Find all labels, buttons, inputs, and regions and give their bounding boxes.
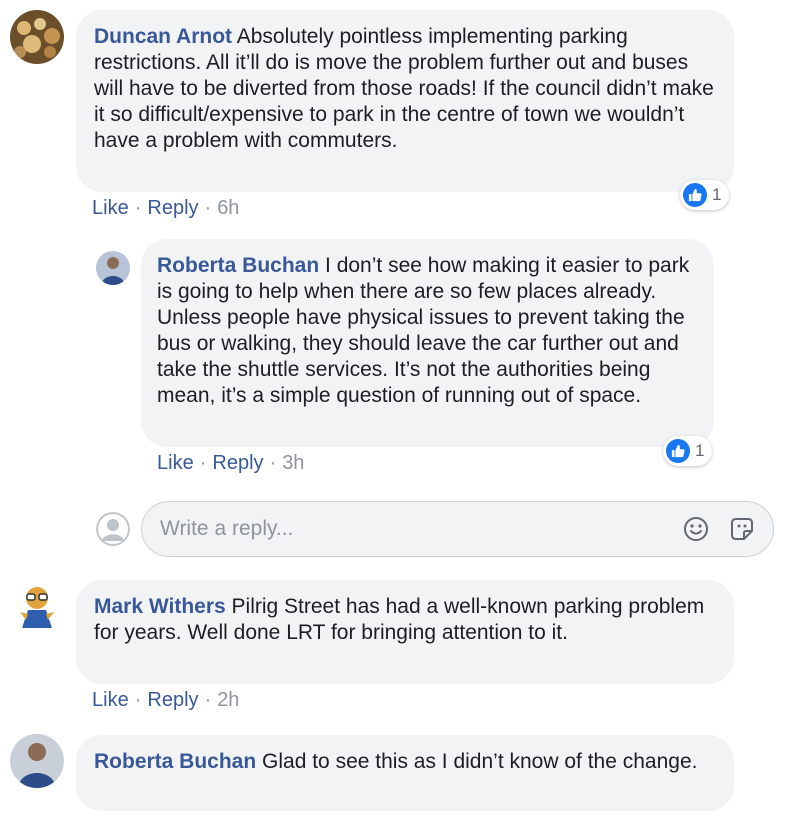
comment-author[interactable]: Roberta Buchan	[94, 750, 256, 773]
separator-dot: ·	[204, 197, 212, 219]
reply-input[interactable]: Write a reply...	[141, 501, 774, 557]
avatar-roberta-buchan[interactable]	[96, 251, 130, 285]
separator-dot: ·	[269, 452, 277, 474]
avatar-duncan-arnot[interactable]	[10, 10, 64, 64]
smiley-icon[interactable]	[682, 515, 710, 543]
sticker-icon[interactable]	[728, 515, 756, 543]
reaction-count[interactable]: 1	[663, 436, 713, 466]
timestamp[interactable]: 2h	[217, 689, 239, 711]
comment-actions: Like · Reply · 6h	[92, 196, 239, 220]
current-user-avatar	[96, 512, 130, 546]
comment-bubble: Duncan Arnot Absolutely pointless implem…	[76, 10, 734, 192]
separator-dot: ·	[134, 197, 142, 219]
reply-link[interactable]: Reply	[212, 452, 263, 474]
separator-dot: ·	[134, 689, 142, 711]
reply-input-placeholder: Write a reply...	[160, 517, 294, 540]
avatar-mark-withers[interactable]	[10, 578, 64, 632]
separator-dot: ·	[204, 689, 212, 711]
reaction-count[interactable]: 1	[680, 180, 730, 210]
comment-bubble: Mark Withers Pilrig Street has had a wel…	[76, 580, 734, 684]
comment-author[interactable]: Roberta Buchan	[157, 254, 319, 277]
separator-dot: ·	[199, 452, 207, 474]
like-reaction-icon	[683, 183, 707, 207]
comment-actions: Like · Reply · 3h	[157, 451, 304, 475]
reply-link[interactable]: Reply	[147, 197, 198, 219]
comment-author[interactable]: Duncan Arnot	[94, 25, 232, 48]
reply-link[interactable]: Reply	[147, 689, 198, 711]
reaction-count-value: 1	[695, 441, 705, 460]
comment-bubble: Roberta Buchan I don’t see how making it…	[141, 239, 714, 447]
like-link[interactable]: Like	[92, 197, 129, 219]
timestamp[interactable]: 6h	[217, 197, 239, 219]
reaction-count-value: 1	[712, 185, 722, 204]
comment-text: Glad to see this as I didn’t know of the…	[262, 750, 698, 773]
like-link[interactable]: Like	[92, 689, 129, 711]
like-link[interactable]: Like	[157, 452, 194, 474]
comment-bubble: Roberta Buchan Glad to see this as I did…	[76, 735, 734, 811]
timestamp[interactable]: 3h	[282, 452, 304, 474]
comment-actions: Like · Reply · 2h	[92, 688, 239, 712]
comment-author[interactable]: Mark Withers	[94, 595, 226, 618]
like-reaction-icon	[666, 439, 690, 463]
avatar-roberta-buchan[interactable]	[10, 734, 64, 788]
